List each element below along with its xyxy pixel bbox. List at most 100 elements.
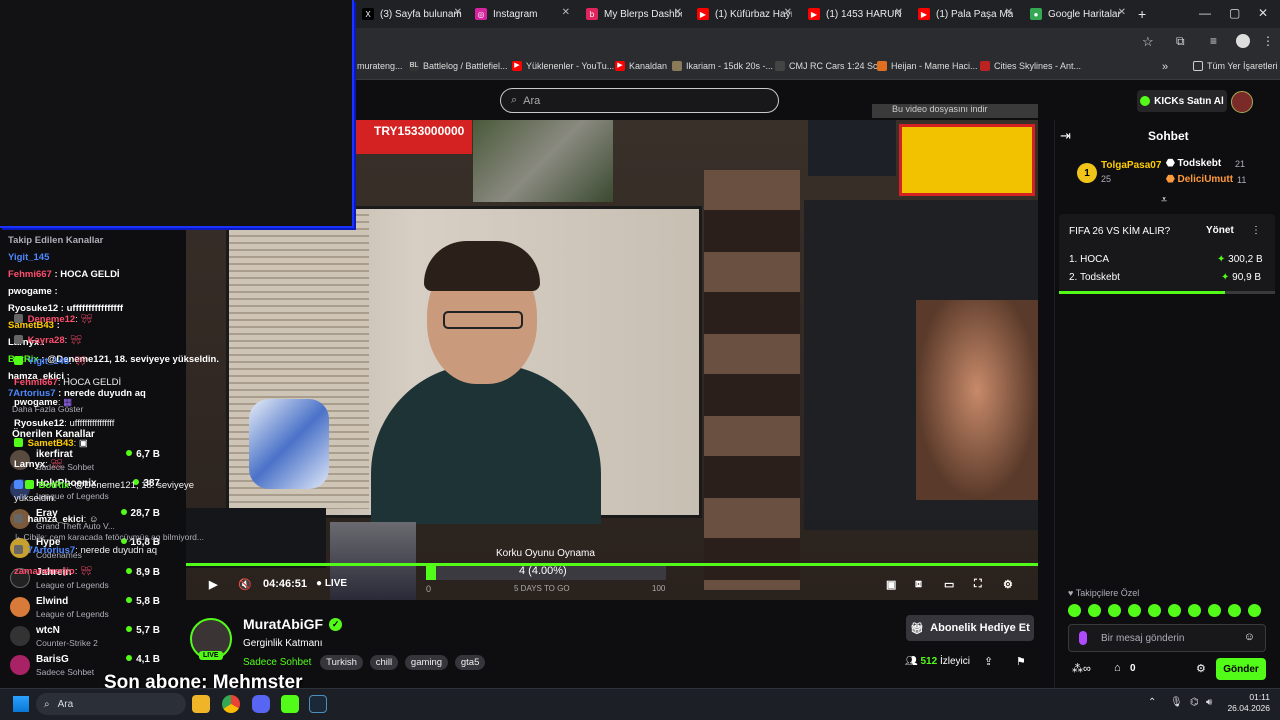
emote-icon[interactable]: [1228, 604, 1241, 617]
taskbar-clock[interactable]: 01:11 26.04.2026: [1226, 692, 1270, 714]
theater-icon[interactable]: ▭: [944, 578, 954, 591]
settings-gear-icon[interactable]: ⚙: [1003, 578, 1013, 591]
play-icon[interactable]: ▶: [209, 578, 217, 591]
extensions-icon[interactable]: ⧉: [1176, 34, 1185, 49]
search-icon: ⌕: [511, 94, 518, 106]
close-icon[interactable]: ✕: [784, 7, 792, 18]
download-hint[interactable]: Bu video dosyasını indir: [872, 104, 1038, 118]
all-bookmarks[interactable]: Tüm Yer İşaretleri: [1193, 61, 1278, 71]
maximize-icon[interactable]: ▢: [1229, 6, 1240, 20]
tag[interactable]: Turkish: [320, 655, 363, 670]
bookmark[interactable]: ▶ Yüklenenler - YouTu...: [512, 61, 614, 71]
tag[interactable]: gta5: [454, 655, 486, 670]
emote-icon[interactable]: [1088, 604, 1101, 617]
menu-icon[interactable]: ⋮: [1262, 34, 1274, 48]
bookmark[interactable]: CMJ RC Cars 1:24 Sc...: [775, 61, 885, 71]
kicks-buy-button[interactable]: KICKs Satın Al: [1137, 90, 1227, 112]
volume-icon[interactable]: 🔊︎: [1206, 697, 1212, 708]
gift-subscription-button[interactable]: 🎁︎ Abonelik Hediye Et: [906, 615, 1034, 641]
tab-blerps[interactable]: b My Blerps Dashbo ✕: [586, 4, 682, 24]
points-count: 0: [1130, 663, 1136, 674]
network-icon[interactable]: ⌬: [1190, 697, 1199, 708]
leaderboard-user[interactable]: TolgaPasa07: [1101, 160, 1161, 171]
discord-icon[interactable]: [252, 695, 270, 713]
tag[interactable]: gaming: [404, 655, 449, 670]
bookmark[interactable]: Cities Skylines - Ant...: [980, 61, 1081, 71]
mute-icon[interactable]: 🔇: [238, 578, 252, 591]
window-close-icon[interactable]: ✕: [1258, 6, 1268, 20]
emote-icon[interactable]: [1168, 604, 1181, 617]
emote-icon[interactable]: [1248, 604, 1261, 617]
chat-settings-gear-icon[interactable]: ⚙: [1196, 662, 1206, 675]
tab-instagram[interactable]: ◎ Instagram ✕: [475, 4, 570, 24]
emote-icon[interactable]: [1148, 604, 1161, 617]
send-button[interactable]: Gönder: [1216, 658, 1266, 680]
live-badge: LIVE: [199, 651, 223, 660]
close-icon[interactable]: ✕: [1118, 7, 1126, 18]
leaderboard-user[interactable]: ⬣ Todskebt: [1166, 158, 1221, 169]
media-icon[interactable]: ≡: [1210, 34, 1217, 48]
more-icon[interactable]: ⋮: [1251, 225, 1261, 236]
pip-icon[interactable]: ▣: [886, 578, 896, 591]
emote-icon[interactable]: [1188, 604, 1201, 617]
tray-expand-icon[interactable]: ⌃: [1148, 697, 1156, 708]
close-icon[interactable]: ✕: [562, 7, 570, 18]
close-icon[interactable]: ✕: [454, 7, 462, 18]
sidebar-channel-elwind[interactable]: Elwind League of Legends 5,8 B: [10, 594, 160, 622]
emote-icon[interactable]: [1068, 604, 1081, 617]
fullscreen-icon[interactable]: ⛶: [974, 578, 982, 591]
close-icon[interactable]: ✕: [1005, 7, 1013, 18]
emote-icon[interactable]: [1128, 604, 1141, 617]
clip-icon[interactable]: ⧈: [915, 578, 922, 591]
close-icon[interactable]: ✕: [895, 7, 903, 18]
tab-x[interactable]: X (3) Sayfa bulunam ✕: [362, 4, 462, 24]
emote-section-title: ♥ Takipçilere Özel: [1068, 588, 1140, 598]
bookmark[interactable]: murateng...: [357, 61, 403, 71]
store-icon[interactable]: ⌂: [1114, 662, 1121, 674]
microphone-icon[interactable]: [1079, 631, 1087, 645]
streamer-name[interactable]: MuratAbiGF: [243, 616, 323, 632]
collapse-chat-icon[interactable]: ⇥: [1060, 128, 1071, 144]
minimize-icon[interactable]: —: [1199, 6, 1211, 20]
expand-icon[interactable]: ⩡: [1161, 194, 1167, 207]
new-tab-button[interactable]: +: [1138, 4, 1152, 24]
tab-youtube-3[interactable]: ▶(1) Pala Paşa Marş✕: [918, 4, 1013, 24]
category-link[interactable]: Sadece Sohbet: [243, 657, 311, 668]
emote-icon[interactable]: [1108, 604, 1121, 617]
tag[interactable]: chill: [369, 655, 399, 670]
live-indicator: ● LIVE: [316, 578, 348, 589]
file-explorer-icon[interactable]: [192, 695, 210, 713]
poll-manage-button[interactable]: Yönet: [1206, 225, 1234, 236]
follow-icon[interactable]: ⚑: [1016, 655, 1026, 668]
points-icon[interactable]: ⁂∞: [1072, 662, 1091, 675]
chat-message-input[interactable]: Bir mesaj gönderin ☺: [1068, 624, 1266, 652]
steam-icon[interactable]: [309, 695, 327, 713]
tab-google-maps[interactable]: ● Google Haritalar ✕: [1030, 4, 1126, 24]
star-icon[interactable]: ☆: [1142, 34, 1154, 50]
chrome-icon[interactable]: [222, 695, 240, 713]
video-progress-bar[interactable]: [186, 563, 1038, 566]
profile-icon[interactable]: [1236, 34, 1250, 48]
sidebar-channel-wtcn[interactable]: wtcN Counter-Strike 2 5,7 B: [10, 623, 160, 651]
bookmark[interactable]: Ikariam - 15dk 20s -...: [672, 61, 773, 71]
tab-youtube-2[interactable]: ▶ (1) 1453 HARUN ✕: [808, 4, 903, 24]
bookmark[interactable]: BL Battlelog / Battlefiel...: [409, 61, 508, 71]
leaderboard-user[interactable]: ⬣ DeliciUmutt: [1166, 174, 1233, 185]
microphone-tray-icon[interactable]: 🎙︎: [1170, 697, 1183, 708]
user-avatar[interactable]: [1231, 91, 1253, 113]
emote-icon[interactable]: [1208, 604, 1221, 617]
emote-icon: 🎀︎: [74, 356, 87, 367]
bookmark[interactable]: Heijan - Mame Haci...: [877, 61, 978, 71]
windows-start-icon[interactable]: [13, 696, 29, 712]
close-icon[interactable]: ✕: [674, 7, 682, 18]
tab-youtube-1[interactable]: ▶ (1) Küfürbaz Hayı ✕: [697, 4, 792, 24]
taskbar-search[interactable]: ⌕ Ara: [36, 693, 186, 715]
kick-app-icon[interactable]: [281, 695, 299, 713]
bookmark[interactable]: ▶ Kanaldan: [615, 61, 667, 71]
instagram-icon: ◎: [475, 8, 487, 20]
search-input[interactable]: ⌕ Ara: [500, 88, 779, 113]
share-icon[interactable]: ⇪: [984, 655, 993, 668]
emoji-icon[interactable]: ☺: [1244, 631, 1255, 643]
plastic-bag: [249, 399, 329, 489]
bookmarks-more[interactable]: »: [1162, 61, 1168, 73]
